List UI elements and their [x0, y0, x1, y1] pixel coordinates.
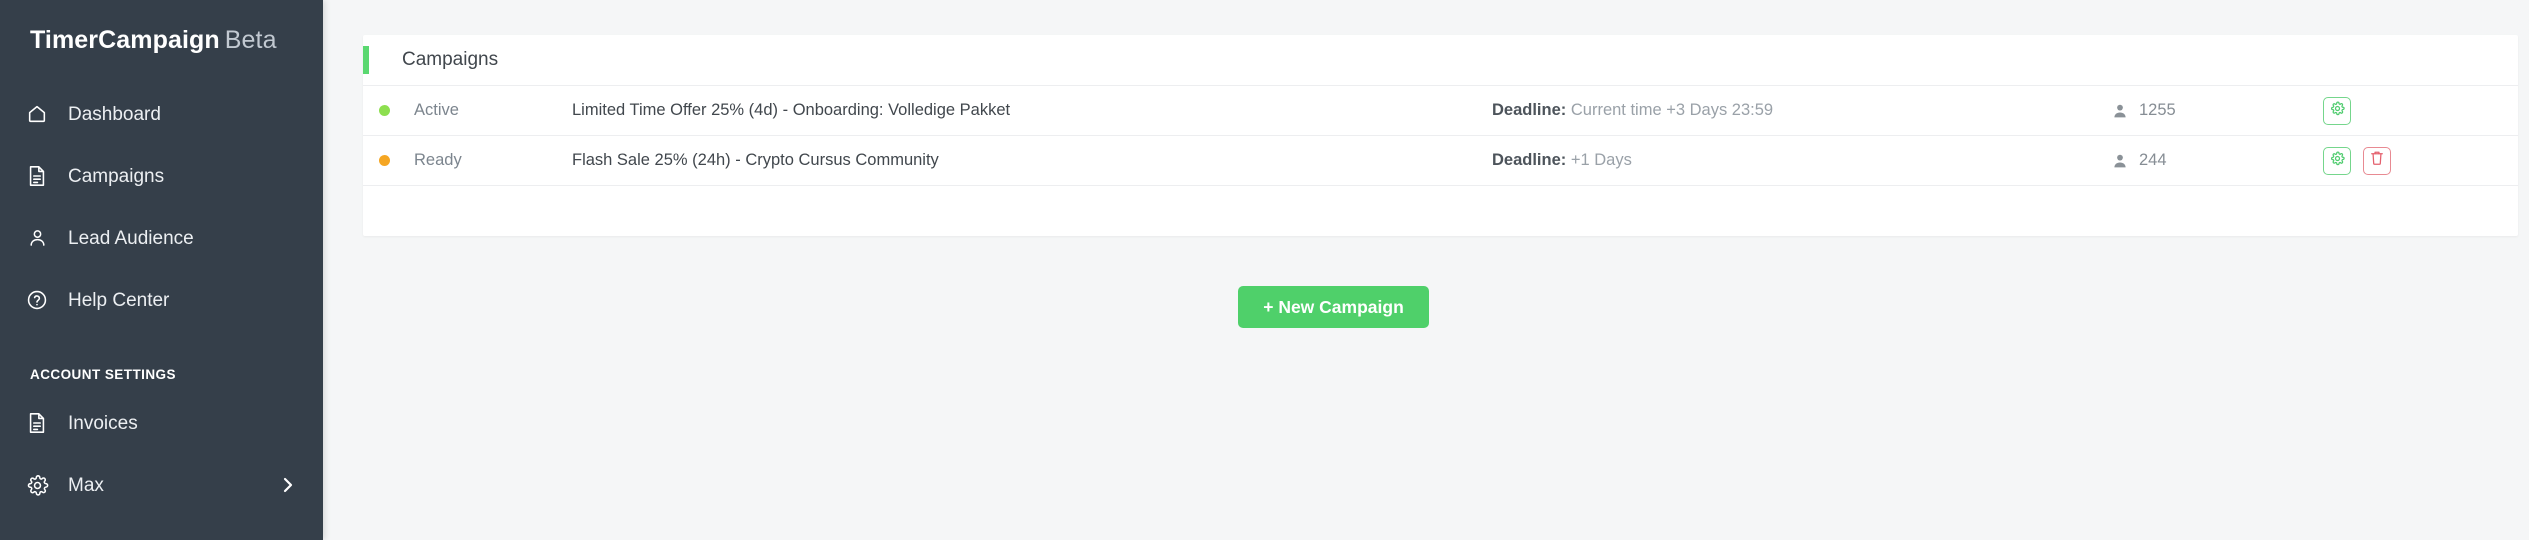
- sidebar-item-label: Campaigns: [68, 165, 165, 187]
- table-row[interactable]: Active Limited Time Offer 25% (4d) - Onb…: [363, 86, 2518, 136]
- sidebar-item-label: Help Center: [68, 289, 170, 311]
- accent-bar: [363, 46, 369, 74]
- question-circle-icon: [22, 287, 52, 313]
- document-icon: [22, 410, 52, 436]
- sidebar-nav: Dashboard Campaigns Lead Audience Help C…: [0, 83, 323, 516]
- row-status: Active: [369, 101, 572, 120]
- deadline-value: +1 Days: [1570, 151, 1632, 169]
- sidebar-item-campaigns[interactable]: Campaigns: [0, 145, 323, 207]
- deadline-label: Deadline:: [1492, 151, 1567, 169]
- sidebar-item-max[interactable]: Max: [0, 454, 323, 516]
- card-header: Campaigns: [363, 35, 2518, 86]
- campaign-deadline: Deadline: Current time +3 Days 23:59: [1492, 101, 2112, 120]
- deadline-value: Current time +3 Days 23:59: [1570, 101, 1774, 119]
- campaign-deadline: Deadline: +1 Days: [1492, 151, 2112, 170]
- status-dot: [379, 105, 390, 116]
- row-status: Ready: [369, 151, 572, 170]
- row-actions: [2317, 146, 2518, 175]
- campaign-name: Flash Sale 25% (24h) - Crypto Cursus Com…: [572, 151, 939, 169]
- campaigns-card: Campaigns Active Limited Time Offer 25% …: [363, 35, 2518, 236]
- gear-icon: [2330, 101, 2345, 121]
- sidebar: TimerCampaign Beta Dashboard Campaigns L…: [0, 0, 323, 540]
- brand: TimerCampaign Beta: [0, 0, 323, 55]
- sidebar-section-title: ACCOUNT SETTINGS: [30, 367, 176, 382]
- sidebar-item-label: Dashboard: [68, 103, 161, 125]
- sidebar-item-invoices[interactable]: Invoices: [0, 392, 323, 454]
- sidebar-item-label: Lead Audience: [68, 227, 194, 249]
- new-campaign-button[interactable]: + New Campaign: [1238, 286, 1429, 328]
- row-actions: [2317, 96, 2518, 125]
- main-content: Campaigns Active Limited Time Offer 25% …: [323, 0, 2529, 540]
- sidebar-item-label: Invoices: [68, 412, 138, 434]
- delete-button[interactable]: [2363, 146, 2391, 175]
- deadline-label: Deadline:: [1492, 101, 1567, 119]
- lead-count: 1255: [2112, 101, 2317, 120]
- sidebar-item-dashboard[interactable]: Dashboard: [0, 83, 323, 145]
- status-badge: Active: [414, 101, 459, 119]
- document-icon: [22, 163, 52, 189]
- home-icon: [22, 101, 52, 127]
- table-row[interactable]: Ready Flash Sale 25% (24h) - Crypto Curs…: [363, 136, 2518, 186]
- brand-name: TimerCampaign: [30, 26, 220, 54]
- lead-count-value: 1255: [2139, 101, 2176, 119]
- gear-icon: [2330, 151, 2345, 171]
- brand-beta-badge: Beta: [224, 26, 277, 54]
- user-icon: [2112, 152, 2128, 170]
- app-root: TimerCampaign Beta Dashboard Campaigns L…: [0, 0, 2529, 540]
- settings-button[interactable]: [2323, 96, 2351, 125]
- user-icon: [22, 225, 52, 251]
- lead-count-value: 244: [2139, 151, 2167, 169]
- trash-icon: [2370, 150, 2384, 171]
- gear-icon: [22, 472, 52, 498]
- status-badge: Ready: [414, 151, 462, 169]
- chevron-right-icon: [282, 476, 295, 494]
- settings-button[interactable]: [2323, 146, 2351, 175]
- lead-count: 244: [2112, 151, 2317, 170]
- card-footer-spacer: [363, 186, 2518, 236]
- sidebar-item-label: Max: [68, 474, 104, 496]
- page-title: Campaigns: [402, 49, 499, 70]
- campaign-name: Limited Time Offer 25% (4d) - Onboarding…: [572, 101, 1011, 119]
- status-dot: [379, 155, 390, 166]
- user-icon: [2112, 102, 2128, 120]
- sidebar-item-help-center[interactable]: Help Center: [0, 269, 323, 331]
- cta-area: + New Campaign: [323, 286, 2529, 328]
- sidebar-item-lead-audience[interactable]: Lead Audience: [0, 207, 323, 269]
